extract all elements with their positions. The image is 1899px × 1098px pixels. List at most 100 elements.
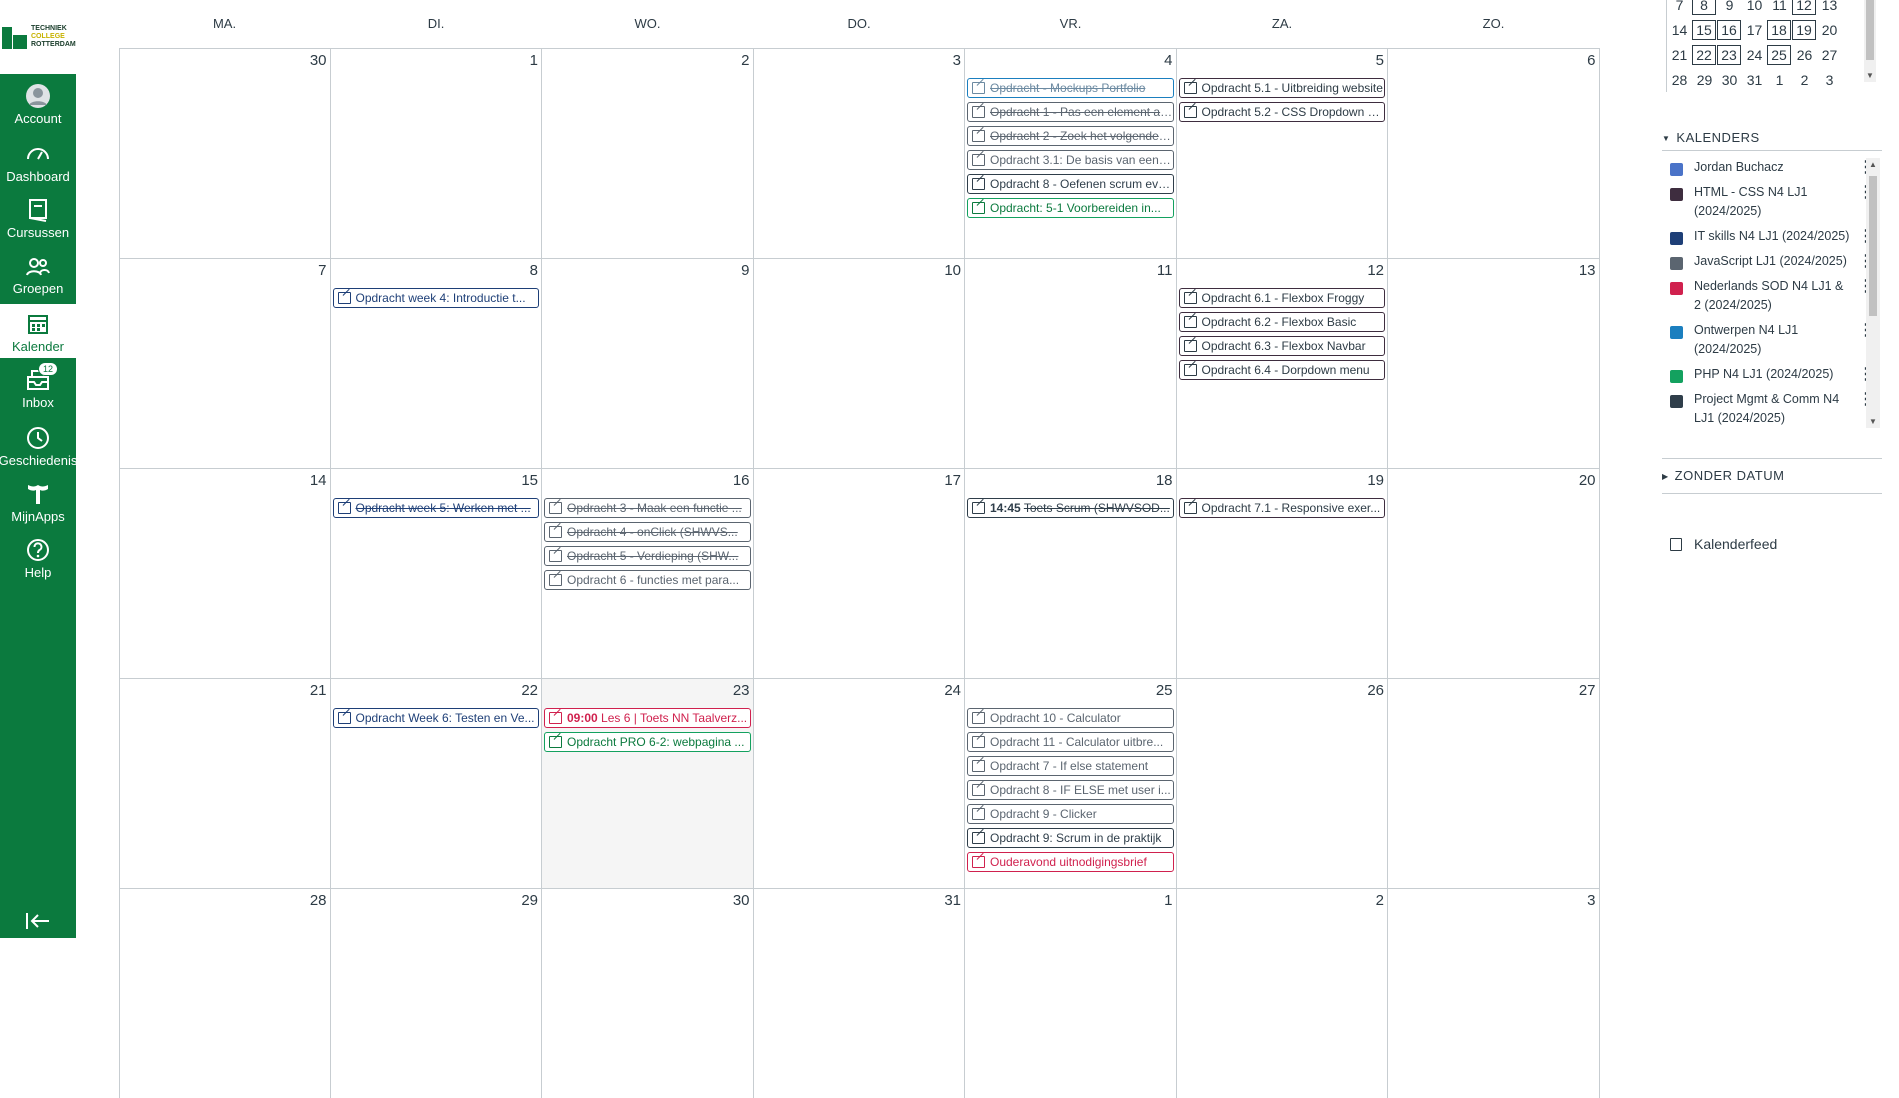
- nav-item-mijnapps[interactable]: MijnApps: [0, 474, 76, 528]
- day-number[interactable]: 25: [1156, 682, 1173, 699]
- mini-calendar-day[interactable]: 9: [1717, 0, 1742, 13]
- day-number[interactable]: 8: [530, 262, 538, 279]
- calendar-event[interactable]: Opdracht - Mockups Portfolio: [967, 78, 1174, 98]
- calendar-event[interactable]: Opdracht 11 - Calculator uitbre...: [967, 732, 1174, 752]
- calendar-list-item[interactable]: Nederlands SOD N4 LJ1 & 2 (2024/2025)⋮: [1664, 277, 1878, 315]
- nav-item-cursussen[interactable]: Cursussen: [0, 190, 76, 244]
- day-cell[interactable]: 25 Opdracht 10 - Calculator Opdracht 11 - …: [965, 678, 1177, 888]
- calendar-color-checkbox[interactable]: [1670, 232, 1683, 245]
- calendar-color-checkbox[interactable]: [1670, 395, 1683, 408]
- calendar-event[interactable]: Opdracht week 5: Werken met ...: [332, 498, 539, 518]
- school-logo[interactable]: TECHNIEK COLLEGE ROTTERDAM: [0, 0, 76, 74]
- mini-calendar-day[interactable]: 15: [1692, 19, 1716, 40]
- calendar-event[interactable]: Opdracht 3 - Maak een functie ...: [544, 498, 751, 518]
- calendar-event[interactable]: Opdracht 6.4 - Dorpdown menu: [1178, 360, 1385, 380]
- calendar-event[interactable]: Opdracht 5 - Verdieping (SHW...: [544, 546, 751, 566]
- mini-calendar-day[interactable]: 12: [1792, 0, 1816, 15]
- mini-calendar-day[interactable]: 26: [1792, 47, 1817, 63]
- calendar-event[interactable]: 09:00 Les 6 | Toets NN Taalverz...: [544, 708, 751, 728]
- day-number[interactable]: 2: [1376, 892, 1384, 909]
- mini-calendar-day[interactable]: 22: [1692, 44, 1716, 65]
- calendar-list-item[interactable]: Project Mgmt & Comm N4 LJ1 (2024/2025)⋮: [1664, 390, 1878, 428]
- calendar-event[interactable]: Opdracht Week 6: Testen en Ve...: [332, 708, 539, 728]
- day-number[interactable]: 12: [1367, 262, 1384, 279]
- day-cell[interactable]: 8 Opdracht week 4: Introductie t...: [330, 258, 542, 468]
- day-cell[interactable]: 13: [1388, 258, 1600, 468]
- calendar-event[interactable]: Ouderavond uitnodigingsbrief: [967, 852, 1174, 872]
- day-number[interactable]: 30: [733, 892, 750, 909]
- nav-item-groepen[interactable]: Groepen: [0, 246, 76, 300]
- calendar-event[interactable]: Opdracht 2 - Zoek het volgende element: [967, 126, 1174, 146]
- mini-calendar-day[interactable]: 3: [1817, 72, 1842, 88]
- mini-calendar-day[interactable]: 14: [1667, 22, 1692, 38]
- day-number[interactable]: 23: [733, 682, 750, 699]
- calendar-event[interactable]: Opdracht 8 - IF ELSE met user i...: [967, 780, 1174, 800]
- day-number[interactable]: 31: [944, 892, 961, 909]
- undated-section-toggle[interactable]: ▶ ZONDER DATUM: [1662, 468, 1784, 483]
- calendar-list-item[interactable]: PHP N4 LJ1 (2024/2025)⋮: [1664, 365, 1878, 384]
- mini-calendar-day[interactable]: 24: [1742, 47, 1767, 63]
- day-cell[interactable]: 20: [1388, 468, 1600, 678]
- day-number[interactable]: 28: [310, 892, 327, 909]
- day-cell[interactable]: 31: [753, 888, 965, 1098]
- day-cell[interactable]: 10: [753, 258, 965, 468]
- nav-item-help[interactable]: Help: [0, 530, 76, 584]
- calendar-event[interactable]: Opdracht 10 - Calculator: [967, 708, 1174, 728]
- calendar-event[interactable]: Opdracht 6.2 - Flexbox Basic: [1178, 312, 1385, 332]
- calendar-event[interactable]: Opdracht 6.3 - Flexbox Navbar: [1178, 336, 1385, 356]
- day-cell[interactable]: 22 Opdracht Week 6: Testen en Ve...: [330, 678, 542, 888]
- day-number[interactable]: 5: [1376, 52, 1384, 69]
- day-cell[interactable]: 27: [1388, 678, 1600, 888]
- mini-calendar-day[interactable]: 27: [1817, 47, 1842, 63]
- mini-calendar-scrollbar[interactable]: ▼: [1864, 0, 1876, 82]
- mini-calendar-day[interactable]: 19: [1792, 19, 1816, 40]
- mini-calendar-day[interactable]: 18: [1767, 19, 1791, 40]
- calendar-color-checkbox[interactable]: [1670, 282, 1683, 295]
- calendar-list-item[interactable]: Ontwerpen N4 LJ1 (2024/2025)⋮: [1664, 321, 1878, 359]
- day-number[interactable]: 11: [1157, 262, 1173, 279]
- day-number[interactable]: 27: [1579, 682, 1596, 699]
- day-cell[interactable]: 4 Opdracht - Mockups Portfolio Opdracht 1 …: [965, 48, 1177, 258]
- calendar-color-checkbox[interactable]: [1670, 257, 1683, 270]
- day-cell[interactable]: 16 Opdracht 3 - Maak een functie ... Opdra…: [542, 468, 754, 678]
- day-cell[interactable]: 2: [1176, 888, 1388, 1098]
- mini-calendar-day[interactable]: 20: [1817, 22, 1842, 38]
- calendar-color-checkbox[interactable]: [1670, 326, 1683, 339]
- day-cell[interactable]: 7: [119, 258, 331, 468]
- calendar-event[interactable]: Opdracht 7.1 - Responsive exer...: [1178, 498, 1385, 518]
- calendar-event[interactable]: Opdracht 4 - onClick (SHWVS...: [544, 522, 751, 542]
- mini-calendar-day[interactable]: 13: [1817, 0, 1842, 13]
- day-number[interactable]: 4: [1164, 52, 1172, 69]
- calendar-list-item[interactable]: JavaScript LJ1 (2024/2025)⋮: [1664, 252, 1878, 271]
- calendar-list-item[interactable]: Jordan Buchacz⋮: [1664, 158, 1878, 177]
- day-cell[interactable]: 19 Opdracht 7.1 - Responsive exer...: [1176, 468, 1388, 678]
- calendar-event[interactable]: Opdracht 9 - Clicker: [967, 804, 1174, 824]
- calendar-event[interactable]: Opdracht week 4: Introductie t...: [332, 288, 539, 308]
- nav-item-kalender[interactable]: Kalender: [0, 304, 76, 358]
- day-cell[interactable]: 14: [119, 468, 331, 678]
- calendar-event[interactable]: Opdracht PRO 6-2: webpagina ...: [544, 732, 751, 752]
- mini-calendar-day[interactable]: 21: [1667, 47, 1692, 63]
- mini-calendar-day[interactable]: 17: [1742, 22, 1767, 38]
- nav-item-inbox[interactable]: 12 Inbox: [0, 360, 76, 414]
- collapse-nav-icon[interactable]: [24, 910, 52, 932]
- day-number[interactable]: 21: [310, 682, 327, 699]
- calendar-color-checkbox[interactable]: [1670, 188, 1683, 201]
- day-cell[interactable]: 11: [965, 258, 1177, 468]
- day-number[interactable]: 29: [521, 892, 538, 909]
- mini-calendar-day[interactable]: 25: [1767, 44, 1791, 65]
- calendar-event[interactable]: Opdracht 8 - Oefenen scrum evenement: [967, 174, 1174, 194]
- day-number[interactable]: 13: [1579, 262, 1596, 279]
- calendar-event[interactable]: Opdracht 5.1 - Uitbreiding website: [1178, 78, 1385, 98]
- day-number[interactable]: 19: [1367, 472, 1384, 489]
- mini-calendar-day[interactable]: 23: [1717, 44, 1741, 65]
- day-cell[interactable]: 15 Opdracht week 5: Werken met ...: [330, 468, 542, 678]
- mini-calendar-day[interactable]: 1: [1767, 72, 1792, 88]
- calendar-color-checkbox[interactable]: [1670, 163, 1683, 176]
- day-cell[interactable]: 24: [753, 678, 965, 888]
- day-number[interactable]: 26: [1367, 682, 1384, 699]
- day-cell[interactable]: 26: [1176, 678, 1388, 888]
- day-number[interactable]: 6: [1587, 52, 1595, 69]
- mini-calendar-day[interactable]: 28: [1667, 72, 1692, 88]
- day-cell[interactable]: 30: [119, 48, 331, 258]
